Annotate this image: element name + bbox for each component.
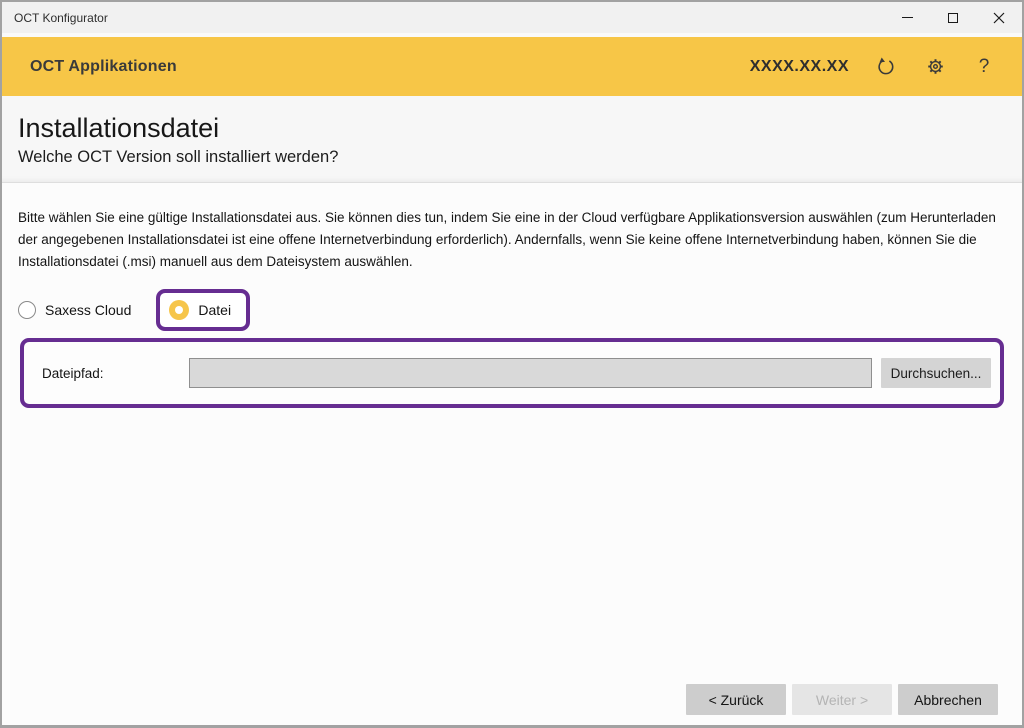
close-icon <box>993 12 1005 24</box>
maximize-icon <box>948 13 958 23</box>
browse-button[interactable]: Durchsuchen... <box>881 358 991 388</box>
version-label: XXXX.XX.XX <box>750 58 849 76</box>
window-controls <box>884 2 1022 33</box>
titlebar: OCT Konfigurator <box>2 2 1022 33</box>
file-path-panel: Dateipfad: Durchsuchen... <box>20 338 1004 408</box>
radio-selected-dot <box>175 306 183 314</box>
window-title: OCT Konfigurator <box>14 11 108 25</box>
help-icon: ? <box>979 56 990 78</box>
help-button[interactable]: ? <box>972 55 996 79</box>
settings-button[interactable] <box>923 55 947 79</box>
back-button[interactable]: < Zurück <box>686 684 786 715</box>
page-title: Installationsdatei <box>18 111 1006 145</box>
source-radio-group: Saxess Cloud Datei <box>18 287 1006 333</box>
app-header-actions: XXXX.XX.XX <box>750 55 996 79</box>
close-button[interactable] <box>976 2 1022 33</box>
app-title: OCT Applikationen <box>30 58 177 76</box>
cancel-button[interactable]: Abbrechen <box>898 684 998 715</box>
app-header: OCT Applikationen XXXX.XX.XX <box>2 37 1022 96</box>
description-text: Bitte wählen Sie eine gültige Installati… <box>18 207 1006 273</box>
refresh-icon <box>875 56 897 78</box>
app-window: OCT Konfigurator OCT Applikationen XXXX.… <box>0 0 1024 728</box>
refresh-button[interactable] <box>874 55 898 79</box>
page-header: Installationsdatei Welche OCT Version so… <box>2 96 1022 183</box>
radio-saxess-cloud-label[interactable]: Saxess Cloud <box>45 302 131 318</box>
gear-icon <box>925 56 946 77</box>
radio-datei-highlight-box[interactable]: Datei <box>156 289 250 331</box>
next-button[interactable]: Weiter > <box>792 684 892 715</box>
radio-datei-label[interactable]: Datei <box>198 302 231 318</box>
wizard-footer: < Zurück Weiter > Abbrechen <box>686 684 998 715</box>
radio-selected-icon[interactable] <box>169 300 189 320</box>
maximize-button[interactable] <box>930 2 976 33</box>
radio-unselected-icon[interactable] <box>18 301 36 319</box>
page-subtitle: Welche OCT Version soll installiert werd… <box>18 148 1006 167</box>
radio-saxess-cloud[interactable]: Saxess Cloud <box>18 301 131 319</box>
minimize-icon <box>902 17 913 18</box>
file-path-label: Dateipfad: <box>42 366 189 381</box>
content-area: Bitte wählen Sie eine gültige Installati… <box>2 183 1022 408</box>
file-path-input[interactable] <box>189 358 872 388</box>
minimize-button[interactable] <box>884 2 930 33</box>
